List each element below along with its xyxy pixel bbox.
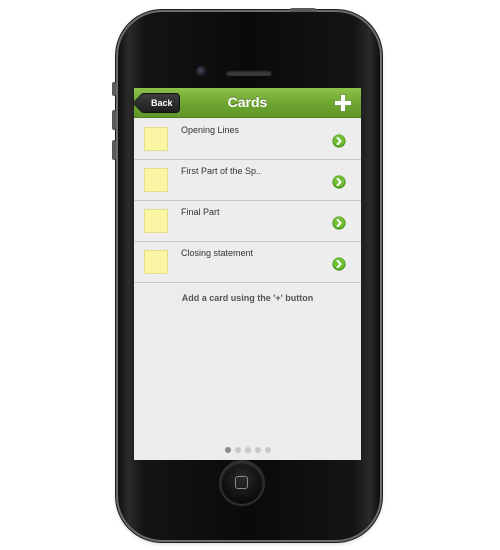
page-dot bbox=[265, 447, 271, 453]
page-title: Cards bbox=[227, 94, 268, 110]
plus-icon[interactable] bbox=[334, 94, 352, 112]
home-button-icon bbox=[235, 476, 248, 489]
volume-down-button bbox=[112, 140, 116, 160]
card-thumbnail bbox=[144, 127, 168, 151]
card-row[interactable]: Final Part bbox=[134, 201, 361, 242]
card-thumbnail bbox=[144, 209, 168, 233]
chevron-right-icon[interactable] bbox=[332, 175, 346, 189]
power-button bbox=[290, 8, 316, 12]
page-dot-active bbox=[225, 447, 231, 453]
card-list: Opening Lines First Part of the Sp.. Fin… bbox=[134, 119, 361, 283]
earpiece-speaker bbox=[226, 70, 272, 76]
card-label: First Part of the Sp.. bbox=[181, 166, 262, 176]
card-row[interactable]: Opening Lines bbox=[134, 119, 361, 160]
chevron-right-icon[interactable] bbox=[332, 134, 346, 148]
chevron-right-icon[interactable] bbox=[332, 257, 346, 271]
card-label: Closing statement bbox=[181, 248, 254, 258]
card-thumbnail bbox=[144, 168, 168, 192]
navigation-bar: Back Cards bbox=[134, 88, 361, 118]
front-camera bbox=[196, 66, 207, 77]
mute-switch bbox=[112, 82, 116, 96]
chevron-right-icon[interactable] bbox=[332, 216, 346, 230]
card-label: Final Part bbox=[181, 207, 220, 217]
card-label: Opening Lines bbox=[181, 125, 240, 135]
page-indicator[interactable] bbox=[225, 447, 275, 455]
page-dot bbox=[255, 447, 261, 453]
card-thumbnail bbox=[144, 250, 168, 274]
empty-hint: Add a card using the '+' button bbox=[181, 293, 314, 303]
card-row[interactable]: First Part of the Sp.. bbox=[134, 160, 361, 201]
page-dot bbox=[235, 447, 241, 453]
page-dot bbox=[245, 447, 251, 453]
volume-up-button bbox=[112, 110, 116, 130]
card-row[interactable]: Closing statement bbox=[134, 242, 361, 283]
app-screen: Back Cards Opening Lines First Part of t… bbox=[134, 88, 361, 460]
